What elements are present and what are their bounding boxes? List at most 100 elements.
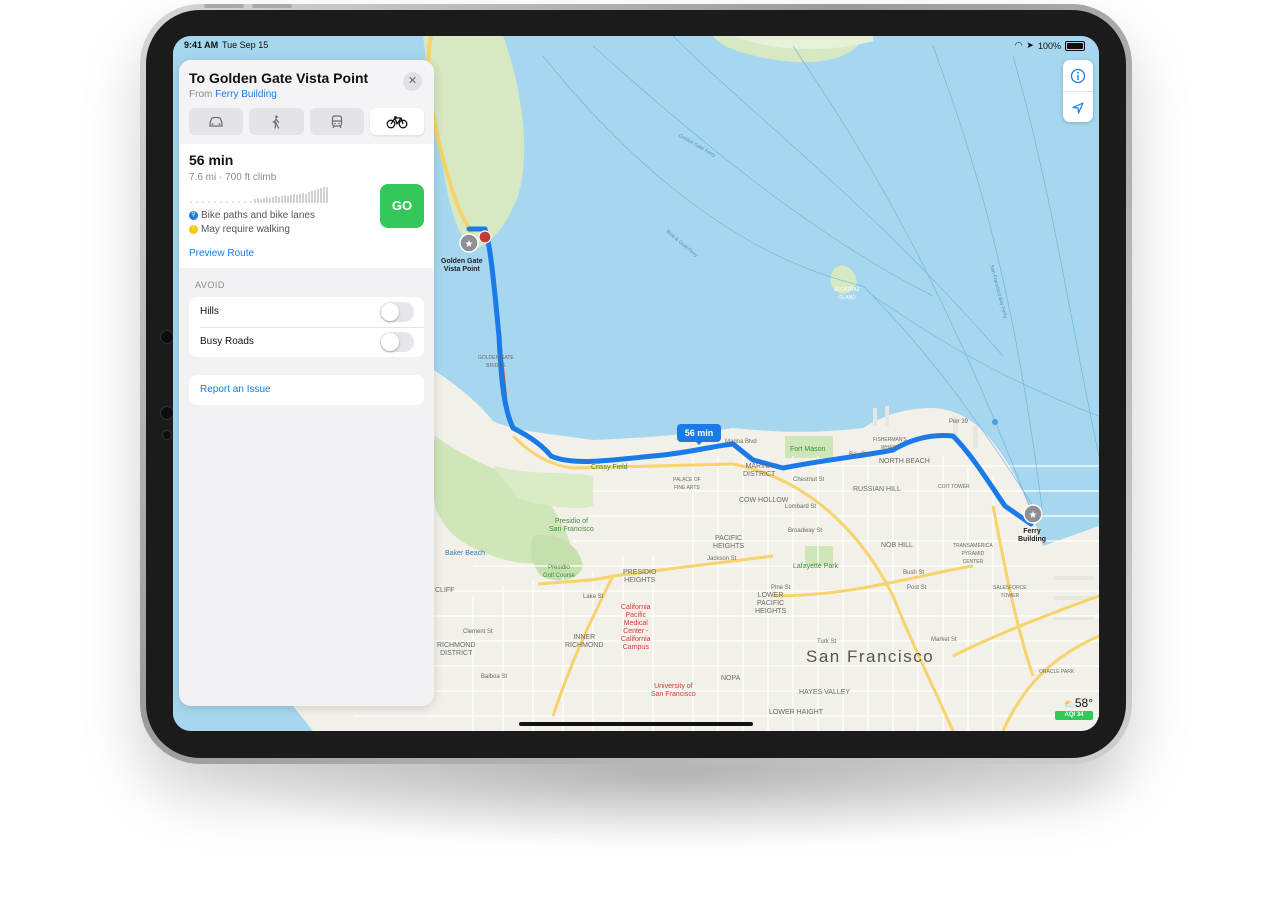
street-label: Bush St — [903, 570, 925, 576]
place-coit-tower[interactable]: COIT TOWER — [938, 483, 970, 491]
place-lower-pacific-heights: LOWER PACIFIC HEIGHTS — [755, 592, 787, 615]
place-richmond: RICHMOND DISTRICT — [437, 642, 476, 657]
street-label: Pine St — [771, 585, 791, 591]
aqi-badge: AQI 34 — [1055, 711, 1093, 720]
place-russian-hill: RUSSIAN HILL — [853, 486, 901, 493]
place-golden-gate-vista[interactable]: Golden Gate Vista Point — [441, 258, 483, 274]
mode-walk-button[interactable] — [249, 108, 304, 135]
info-icon — [1070, 68, 1086, 83]
preview-route-link[interactable]: Preview Route — [189, 248, 254, 259]
place-usf[interactable]: University of San Francisco — [651, 683, 696, 699]
place-nopa: NOPA — [721, 675, 741, 682]
place-alcatraz[interactable]: ALCATRAZ ISLAND — [834, 286, 860, 302]
origin-line: From Ferry Building — [189, 89, 424, 100]
street-label: Bay St — [849, 452, 867, 458]
status-date: Tue Sep 15 — [222, 40, 269, 50]
route-summary-card[interactable]: 56 min 7.6 mi · 700 ft climb ⚲ Bike path… — [179, 144, 434, 268]
info-button[interactable] — [1063, 60, 1093, 91]
location-arrow-icon — [1072, 101, 1084, 114]
place-presidio-golf[interactable]: Presidio Golf Course — [543, 564, 575, 580]
place-fort-mason[interactable]: Fort Mason — [790, 446, 825, 454]
close-icon: ✕ — [407, 75, 418, 87]
report-issue-button[interactable]: Report an Issue — [189, 375, 424, 405]
place-palace-fine-arts[interactable]: PALACE OF FINE ARTS — [673, 476, 701, 492]
camera-dot — [160, 406, 174, 420]
battery-icon — [1065, 40, 1085, 51]
place-ferry-building[interactable]: Ferry Building — [1018, 528, 1046, 544]
mode-transit-button[interactable] — [309, 108, 364, 135]
route-distance: 7.6 mi · 700 ft climb — [189, 172, 277, 183]
note-bike-paths: ⚲ Bike paths and bike lanes — [189, 210, 315, 221]
mode-drive-button[interactable] — [189, 108, 244, 135]
wifi-icon: ◠ — [1014, 40, 1023, 50]
home-indicator[interactable] — [519, 722, 753, 726]
place-lafayette-park[interactable]: Lafayette Park — [793, 563, 838, 571]
panel-header: To Golden Gate Vista Point From Ferry Bu… — [179, 60, 434, 154]
volume-button — [252, 4, 292, 8]
from-prefix: From — [189, 89, 213, 100]
street-label: Clement St — [463, 629, 493, 635]
place-transamerica[interactable]: TRANSAMERICA PYRAMID CENTER — [953, 542, 993, 566]
weather-temp: 58° — [1074, 696, 1093, 710]
avoid-busy-roads-row: Busy Roads — [189, 327, 424, 357]
go-button[interactable]: GO — [380, 184, 424, 228]
street-label: Chestnut St — [793, 477, 825, 483]
note-walking: ! May require walking — [189, 224, 290, 235]
transit-icon — [331, 114, 342, 128]
place-golden-gate-bridge[interactable]: GOLDEN GATE BRIDGE — [478, 354, 514, 370]
street-label: Jackson St — [707, 556, 737, 562]
status-right: ◠ ➤ 100% — [1015, 40, 1085, 51]
destination-title: To Golden Gate Vista Point — [189, 70, 369, 86]
street-label: Lake St — [583, 594, 604, 600]
note-walking-text: May require walking — [201, 224, 290, 235]
street-label: Marina Blvd — [725, 439, 757, 445]
place-crissy-field[interactable]: Crissy Field — [591, 464, 628, 472]
transport-mode-selector — [189, 108, 424, 135]
origin-link[interactable]: Ferry Building — [215, 89, 277, 100]
street-label: Market St — [931, 637, 957, 643]
walk-icon — [272, 115, 280, 129]
street-label: Balboa St — [481, 674, 508, 680]
volume-button — [204, 4, 244, 8]
place-cow-hollow: COW HOLLOW — [739, 497, 789, 504]
place-cpmc[interactable]: California Pacific Medical Center - Cali… — [621, 604, 651, 652]
route-duration-bubble[interactable]: 56 min — [677, 424, 721, 445]
bike-icon — [386, 115, 408, 128]
street-label: Turk St — [817, 639, 837, 645]
map-controls — [1063, 60, 1093, 122]
avoid-busy-roads-toggle[interactable] — [380, 332, 414, 352]
place-salesforce[interactable]: SALESFORCE TOWER — [993, 584, 1027, 600]
report-issue-label: Report an Issue — [200, 384, 271, 395]
place-inner-richmond: INNER RICHMOND — [565, 634, 604, 649]
cloud-sun-icon: ⛅ — [1063, 699, 1075, 709]
close-button[interactable]: ✕ — [403, 72, 422, 91]
camera-dot — [160, 330, 174, 344]
place-fishermans-wharf[interactable]: FISHERMAN'S WHARF — [873, 436, 907, 452]
elevation-chart — [190, 187, 328, 203]
avoid-hills-label: Hills — [200, 306, 219, 317]
mode-cycle-button[interactable] — [369, 108, 424, 135]
place-north-beach: NORTH BEACH — [879, 458, 930, 465]
sensor-dot — [162, 430, 172, 440]
warning-icon: ! — [189, 225, 198, 234]
avoid-header: AVOID — [195, 280, 225, 290]
place-hayes-valley: HAYES VALLEY — [799, 689, 851, 696]
battery-percent: 100% — [1037, 40, 1061, 51]
place-nob-hill: NOB HILL — [881, 542, 913, 549]
avoid-options: Hills Busy Roads — [189, 297, 424, 357]
status-bar: 9:41 AM Tue Sep 15 ◠ ➤ 100% — [173, 36, 1099, 54]
place-presidio[interactable]: Presidio of San Francisco — [549, 518, 594, 534]
street-label: Post St — [907, 585, 927, 591]
bike-path-icon: ⚲ — [189, 211, 198, 220]
status-time: 9:41 AM — [184, 40, 219, 50]
place-oracle-park[interactable]: ORACLE PARK — [1039, 668, 1074, 676]
street-label: Broadway St — [788, 528, 823, 534]
place-baker-beach[interactable]: Baker Beach — [445, 550, 485, 558]
place-marina: MARINA DISTRICT — [743, 463, 776, 478]
screen: ★ ★ 9:41 AM Tue Sep 15 ◠ ➤ 100% Golden G… — [173, 36, 1099, 731]
avoid-hills-toggle[interactable] — [380, 302, 414, 322]
place-pier-39[interactable]: Pier 39 — [949, 418, 968, 426]
weather-widget[interactable]: ⛅58° AQI 34 — [1055, 696, 1093, 724]
locate-button[interactable] — [1063, 92, 1093, 123]
place-lower-haight: LOWER HAIGHT — [769, 709, 824, 716]
